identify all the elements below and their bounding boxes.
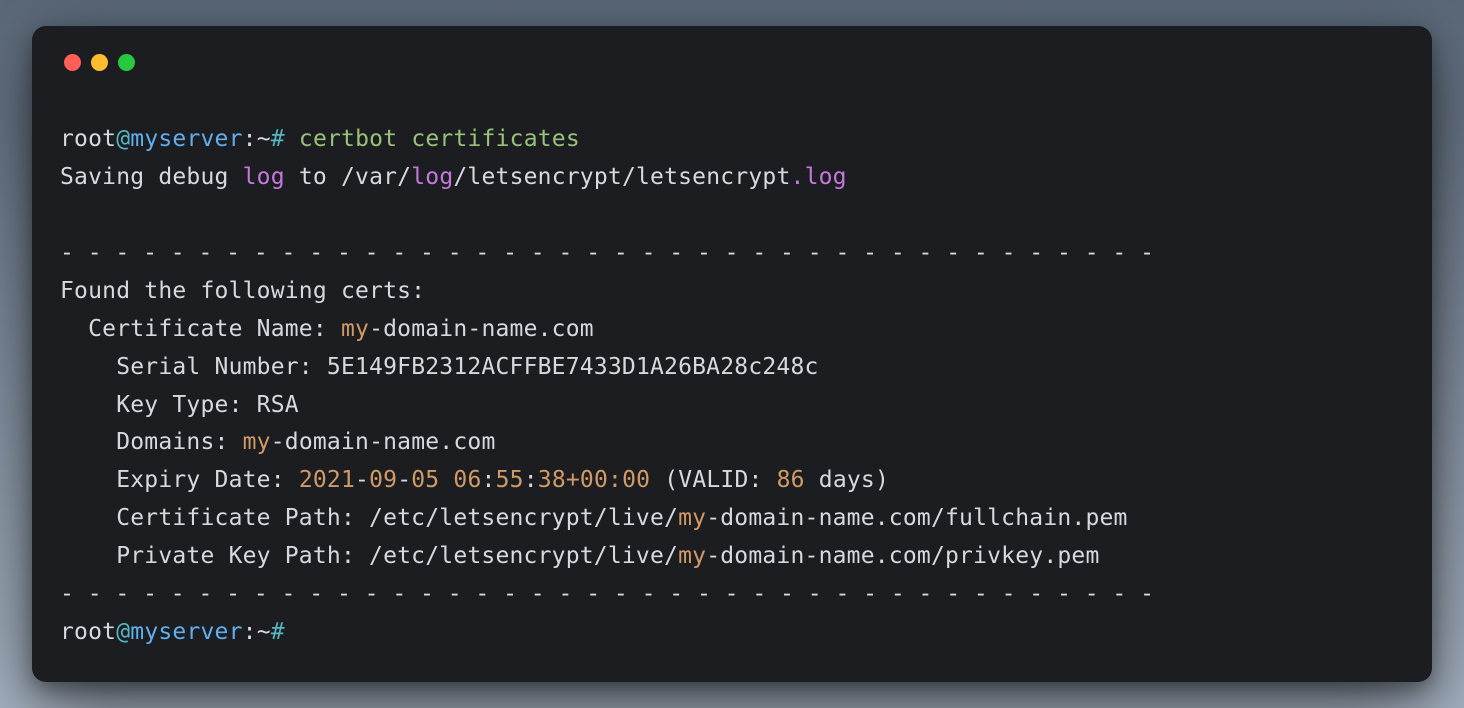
text: days)	[805, 467, 889, 493]
serial-line: Serial Number: 5E149FB2312ACFFBE7433D1A2…	[60, 354, 819, 380]
value: RSA	[257, 392, 299, 418]
num: 09	[369, 467, 397, 493]
dash-separator: - - - - - - - - - - - - - - - - - - - - …	[60, 240, 1154, 266]
sep: :	[482, 467, 496, 493]
prompt-host: myserver	[130, 619, 242, 645]
prompt-at: @	[116, 619, 130, 645]
num: 06	[453, 467, 481, 493]
command-arg: certificates	[411, 126, 580, 152]
value: -domain-name.com/fullchain.pem	[706, 505, 1127, 531]
prompt-at: @	[116, 126, 130, 152]
output-saving-line: Saving debug log to /var/log/letsencrypt…	[60, 164, 847, 190]
label: Domains:	[60, 429, 243, 455]
value: my	[341, 316, 369, 342]
prompt-sep: :	[243, 619, 257, 645]
window-titlebar	[64, 54, 1404, 71]
cert-name-line: Certificate Name: my-domain-name.com	[60, 316, 594, 342]
minimize-icon[interactable]	[91, 54, 108, 71]
domains-line: Domains: my-domain-name.com	[60, 429, 496, 455]
text: Saving debug	[60, 164, 243, 190]
label: Private Key Path: /etc/letsencrypt/live/	[60, 543, 678, 569]
close-icon[interactable]	[64, 54, 81, 71]
prompt-path: ~	[257, 126, 271, 152]
label: Serial Number:	[60, 354, 327, 380]
terminal-body[interactable]: root@myserver:~# certbot certificates Sa…	[60, 121, 1404, 652]
prompt-line: root@myserver:~# certbot certificates	[60, 126, 580, 152]
text: /letsencrypt/letsencrypt	[453, 164, 790, 190]
text-log: log	[243, 164, 285, 190]
value: my	[678, 543, 706, 569]
prompt-path: ~	[257, 619, 271, 645]
value: my	[678, 505, 706, 531]
dash-separator: - - - - - - - - - - - - - - - - - - - - …	[60, 581, 1154, 607]
num: +00:00	[566, 467, 650, 493]
value: -domain-name.com	[369, 316, 594, 342]
maximize-icon[interactable]	[118, 54, 135, 71]
num: 05	[411, 467, 439, 493]
sep: :	[524, 467, 538, 493]
value: 5E149FB2312ACFFBE7433D1A26BA28c248c	[327, 354, 819, 380]
prompt-user: root	[60, 619, 116, 645]
prompt-user: root	[60, 126, 116, 152]
num: 86	[777, 467, 805, 493]
num: 55	[496, 467, 524, 493]
certpath-line: Certificate Path: /etc/letsencrypt/live/…	[60, 505, 1128, 531]
expiry-line: Expiry Date: 2021-09-05 06:55:38+00:00 (…	[60, 467, 889, 493]
prompt-host: myserver	[130, 126, 242, 152]
text-log: .log	[791, 164, 847, 190]
keytype-line: Key Type: RSA	[60, 392, 299, 418]
label: Certificate Name:	[60, 316, 341, 342]
label: Certificate Path: /etc/letsencrypt/live/	[60, 505, 678, 531]
num: 38	[538, 467, 566, 493]
num: 2021	[299, 467, 355, 493]
sep	[439, 467, 453, 493]
text: (VALID:	[650, 467, 776, 493]
text-log: log	[411, 164, 453, 190]
keypath-line: Private Key Path: /etc/letsencrypt/live/…	[60, 543, 1100, 569]
prompt-line: root@myserver:~#	[60, 619, 285, 645]
prompt-hash: #	[271, 619, 285, 645]
prompt-hash: #	[271, 126, 285, 152]
value: -domain-name.com/privkey.pem	[706, 543, 1099, 569]
text: to /var/	[285, 164, 411, 190]
label: Key Type:	[60, 392, 257, 418]
sep: -	[397, 467, 411, 493]
found-line: Found the following certs:	[60, 278, 425, 304]
value: my	[243, 429, 271, 455]
command-name: certbot	[299, 126, 397, 152]
value: -domain-name.com	[271, 429, 496, 455]
sep: -	[355, 467, 369, 493]
prompt-sep: :	[243, 126, 257, 152]
terminal-window: root@myserver:~# certbot certificates Sa…	[32, 26, 1432, 682]
label: Expiry Date:	[60, 467, 299, 493]
